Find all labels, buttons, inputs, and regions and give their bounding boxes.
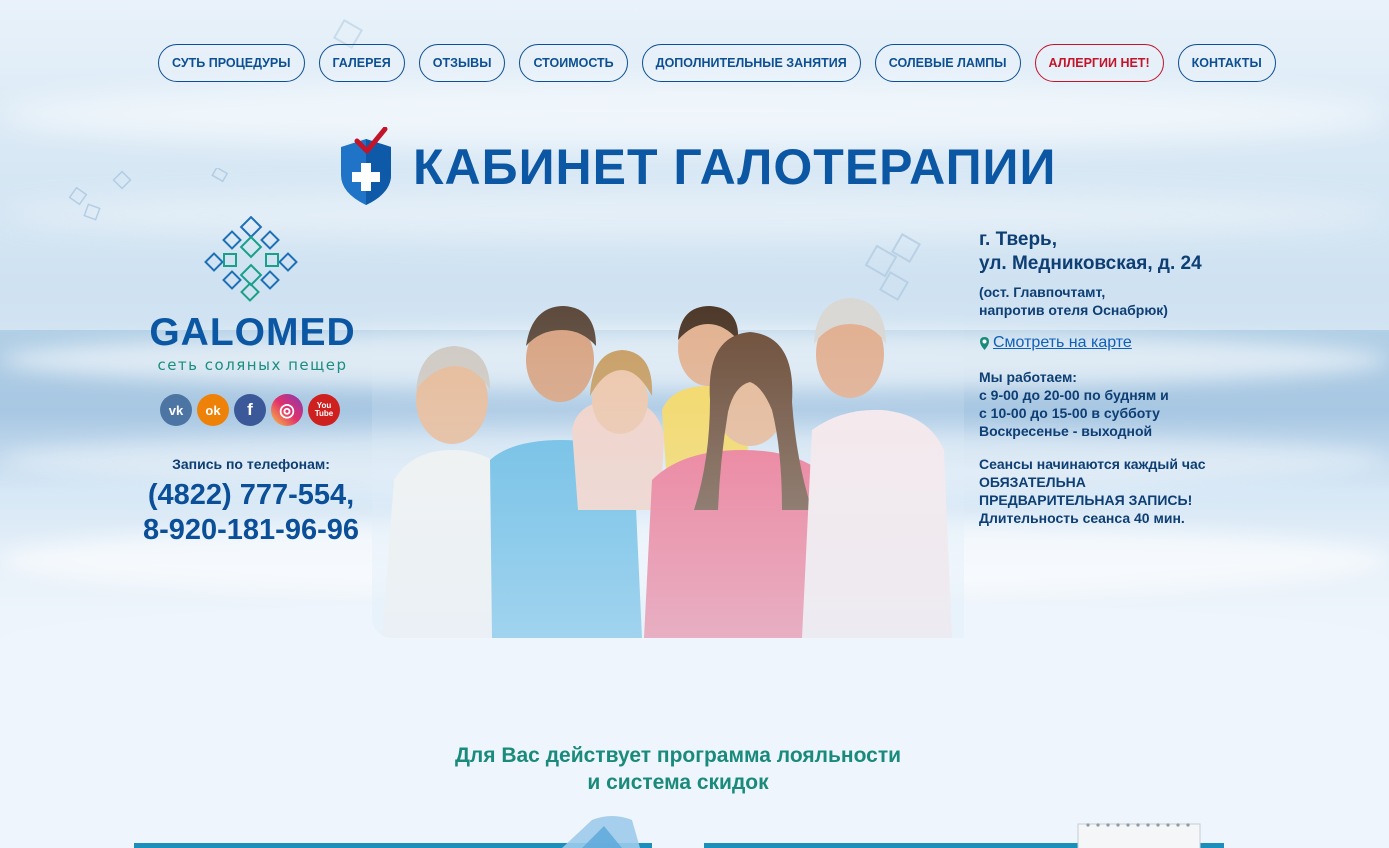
calendar-icon xyxy=(1077,823,1201,848)
schedule-line: с 10-00 до 15-00 в субботу xyxy=(979,405,1160,421)
map-link-label[interactable]: Смотреть на карте xyxy=(993,334,1132,352)
nav-item-reviews[interactable]: ОТЗЫВЫ xyxy=(418,44,506,82)
nav-item-contacts[interactable]: КОНТАКТЫ xyxy=(1177,44,1276,82)
youtube-icon[interactable]: You Tube xyxy=(308,394,340,426)
discount-ribbon-icon xyxy=(562,816,640,848)
sessions-line: ПРЕДВАРИТЕЛЬНАЯ ЗАПИСЬ! xyxy=(979,492,1193,508)
page-header: КАБИНЕТ ГАЛОТЕРАПИИ xyxy=(337,127,1056,207)
schedule-heading: Мы работаем: xyxy=(979,369,1077,385)
nav-item-salt-lamps[interactable]: СОЛЕВЫЕ ЛАМПЫ xyxy=(874,44,1021,82)
nav-item-procedure[interactable]: СУТЬ ПРОЦЕДУРЫ xyxy=(158,44,305,82)
instagram-icon[interactable]: ◎ xyxy=(271,394,303,426)
nav-item-prices[interactable]: СТОИМОСТЬ xyxy=(519,44,628,82)
facebook-icon[interactable]: f xyxy=(234,394,266,426)
loyalty-heading: Для Вас действует программа лояльности и… xyxy=(378,742,978,796)
address-city: г. Тверь, xyxy=(979,229,1058,250)
sessions-line: Сеансы начинаются каждый час xyxy=(979,456,1206,472)
phone-1[interactable]: (4822) 777-554, xyxy=(110,479,392,512)
schedule-line: с 9-00 до 20-00 по будням и xyxy=(979,387,1169,403)
sessions-line: ОБЯЗАТЕЛЬНА xyxy=(979,474,1086,490)
phones-label: Запись по телефонам: xyxy=(172,456,330,472)
sessions-line: Длительность сеанса 40 мин. xyxy=(979,510,1185,526)
brand-name: GALOMED xyxy=(149,311,356,354)
galomed-snowflake-logo-icon xyxy=(204,216,298,302)
address-street: ул. Медниковская, д. 24 xyxy=(979,253,1202,274)
page-title: КАБИНЕТ ГАЛОТЕРАПИИ xyxy=(413,139,1057,195)
map-pin-icon xyxy=(980,336,989,350)
family-photo xyxy=(372,290,964,638)
shield-cross-icon xyxy=(341,127,391,205)
social-links: vk ok f ◎ You Tube xyxy=(160,394,340,426)
schedule-line: Воскресенье - выходной xyxy=(979,423,1153,439)
nav-item-extra-classes[interactable]: ДОПОЛНИТЕЛЬНЫЕ ЗАНЯТИЯ xyxy=(641,44,861,82)
address-note-2: напротив отеля Оснабрюк) xyxy=(979,302,1168,318)
map-link[interactable]: Смотреть на карте xyxy=(979,334,1132,352)
phone-2[interactable]: 8-920-181-96-96 xyxy=(110,514,392,547)
vk-icon[interactable]: vk xyxy=(160,394,192,426)
nav-item-gallery[interactable]: ГАЛЕРЕЯ xyxy=(318,44,405,82)
nav-item-no-allergy[interactable]: АЛЛЕРГИИ НЕТ! xyxy=(1034,44,1164,82)
odnoklassniki-icon[interactable]: ok xyxy=(197,394,229,426)
loyalty-line-1: Для Вас действует программа лояльности xyxy=(454,744,902,767)
main-navigation: СУТЬ ПРОЦЕДУРЫ ГАЛЕРЕЯ ОТЗЫВЫ СТОИМОСТЬ … xyxy=(158,44,1276,82)
loyalty-line-2: и система скидок xyxy=(587,771,769,794)
address-note-1: (ост. Главпочтамт, xyxy=(979,284,1106,300)
brand-tagline: сеть соляных пещер xyxy=(157,356,348,374)
